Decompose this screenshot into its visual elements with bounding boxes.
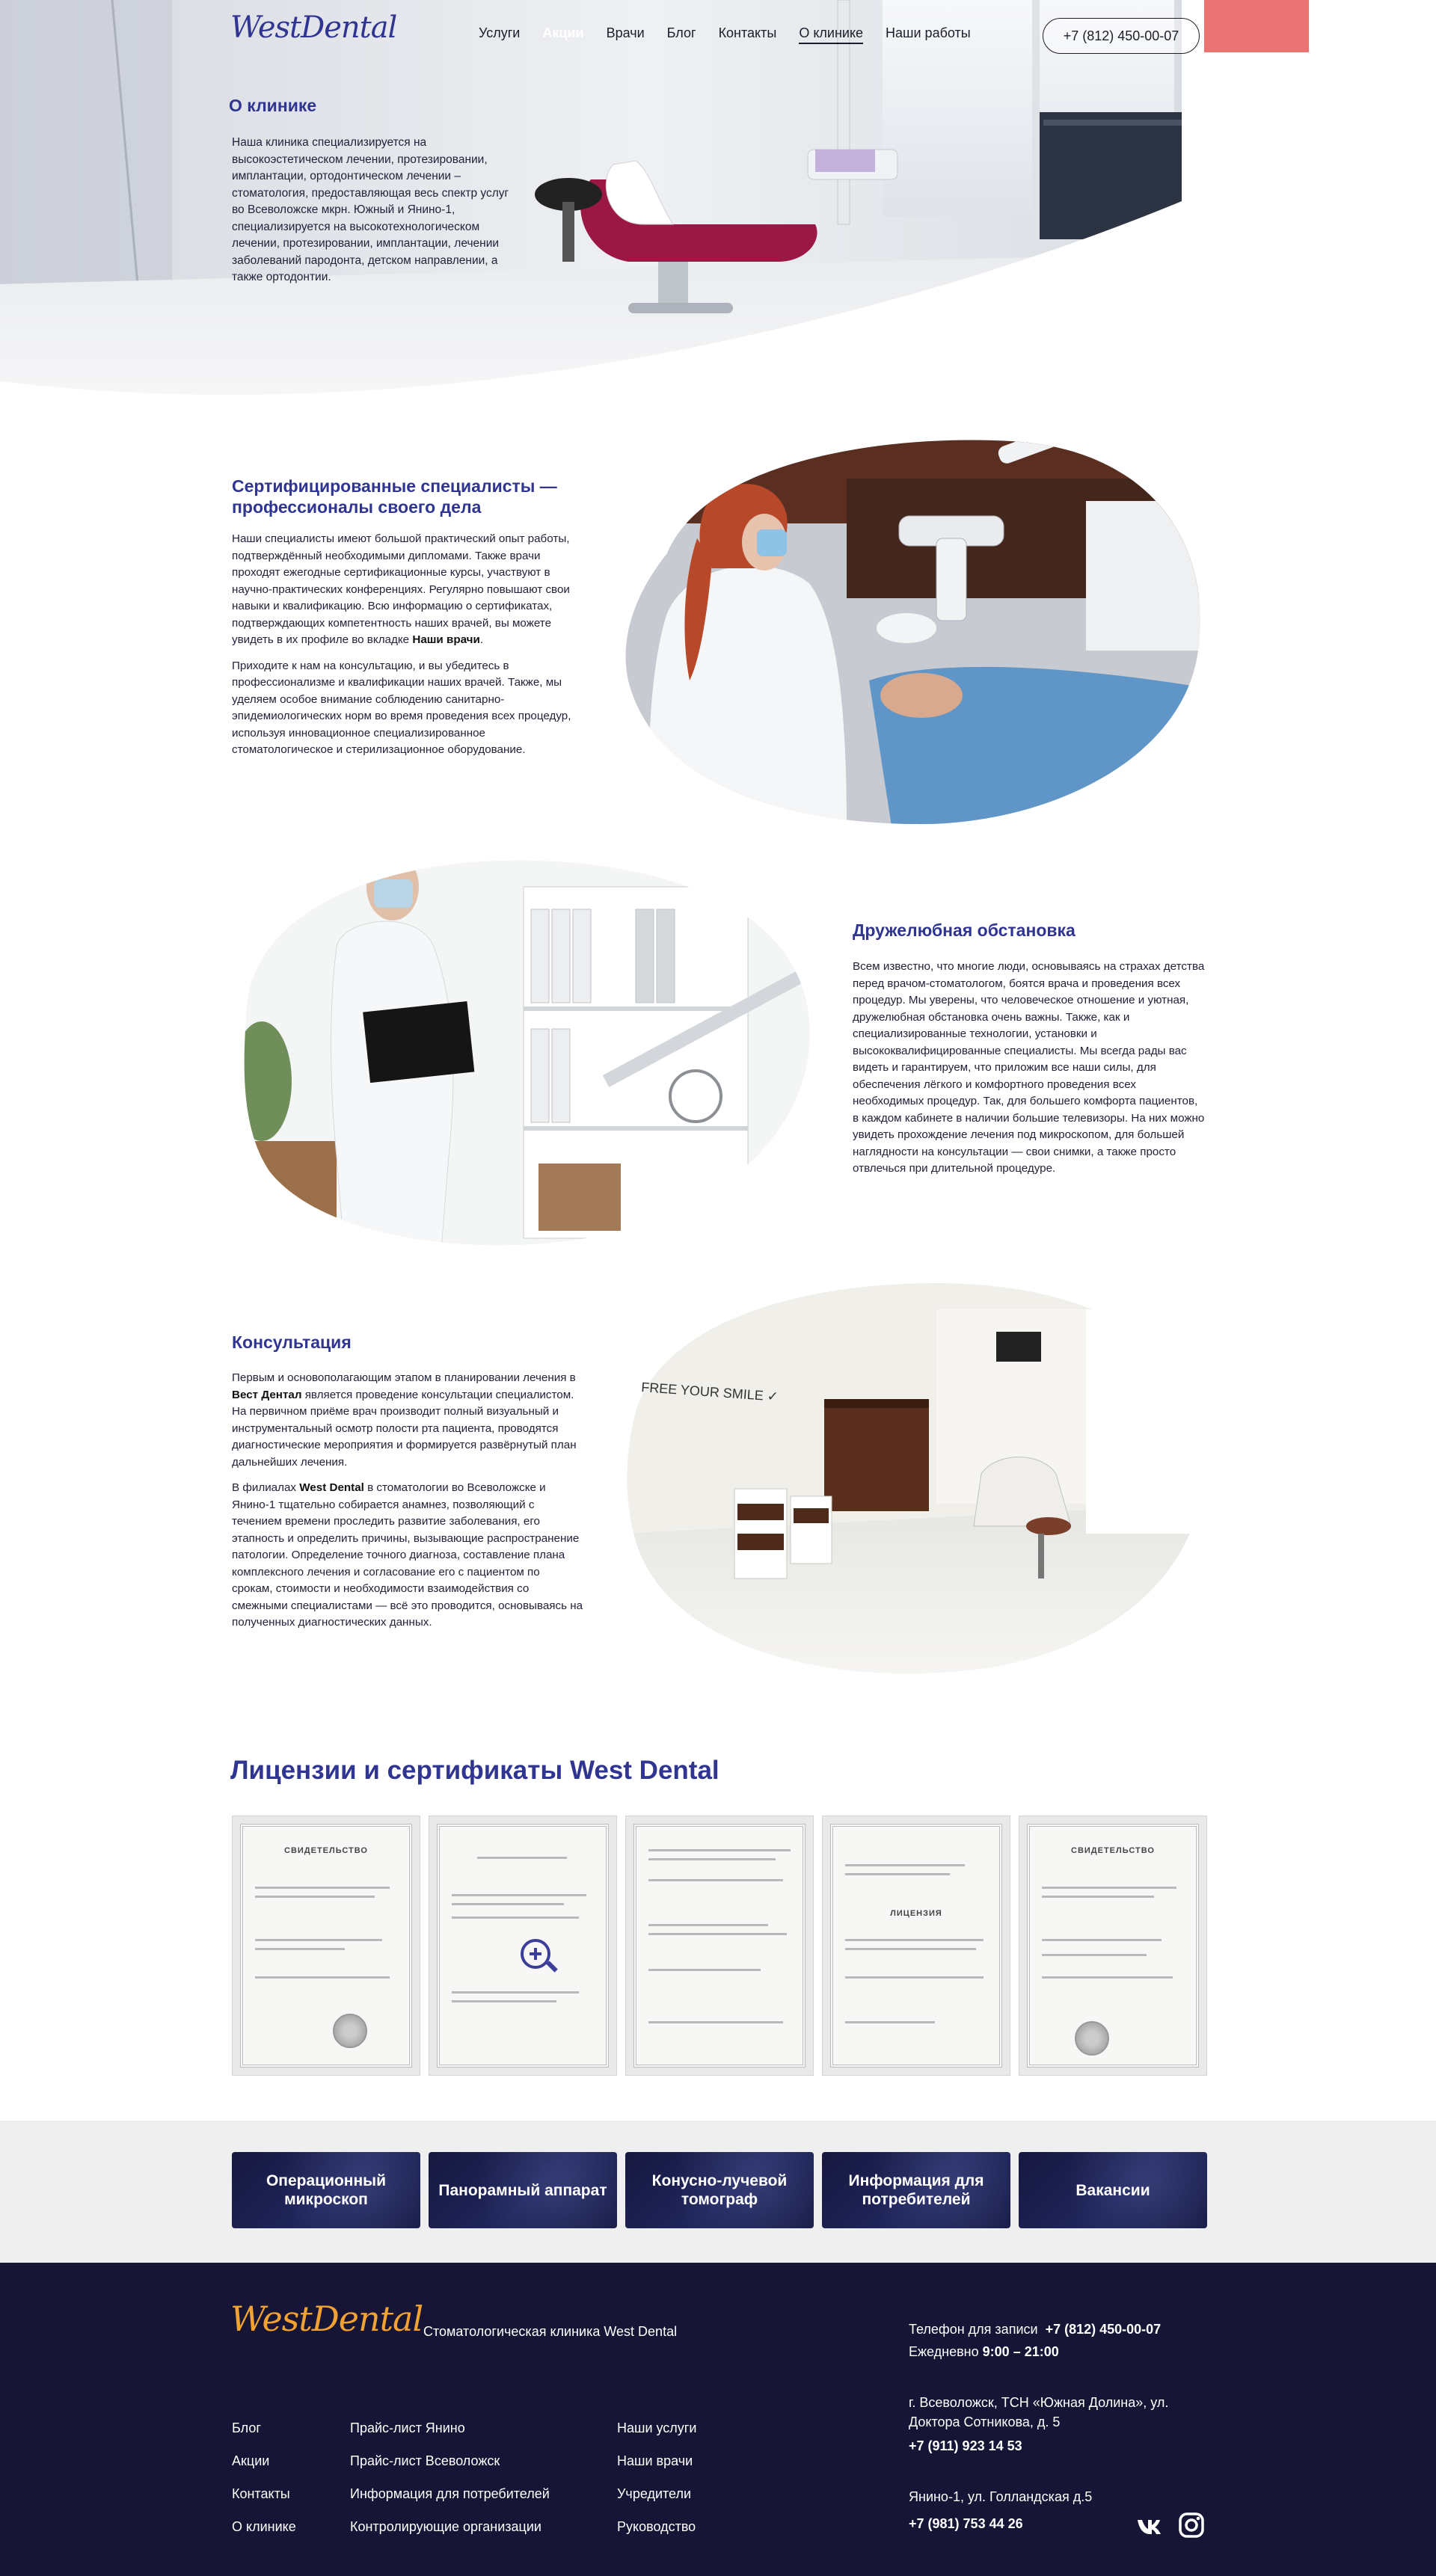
license-document: ЛИЦЕНЗИЯ xyxy=(830,1824,1002,2068)
footer-logo[interactable]: WestDental xyxy=(230,2299,423,2339)
section-certified-text-1: Наши специалисты имеют большой практичес… xyxy=(232,532,570,646)
footer-link-blog[interactable]: Блог xyxy=(232,2420,296,2436)
section-consultation-body: Первым и основополагающим этапом в плани… xyxy=(232,1370,583,1641)
license-document: СВИДЕТЕЛЬСТВО xyxy=(1027,1824,1199,2068)
nav-doctors[interactable]: Врачи xyxy=(607,25,645,44)
section-certified-body: Наши специалисты имеют большой практичес… xyxy=(232,531,576,768)
footer-link-management[interactable]: Руководство xyxy=(617,2518,696,2535)
hero-clinic-photo xyxy=(0,0,1436,419)
license-document: СВИДЕТЕЛЬСТВО xyxy=(240,1824,412,2068)
equipment-tiles: Операционный микроскоп Панорамный аппара… xyxy=(232,2152,1207,2228)
tile-operating-microscope[interactable]: Операционный микроскоп xyxy=(232,2152,420,2228)
footer-address-2: Янино-1, ул. Голландская д.5 xyxy=(909,2489,1093,2504)
footer-phone[interactable]: +7 (812) 450-00-07 xyxy=(1046,2322,1162,2337)
footer-link-price-vsevolozhsk[interactable]: Прайс-лист Всеволожск xyxy=(350,2453,550,2469)
clinic-room-photo: FREE YOUR SMILE ✓ xyxy=(622,1279,1206,1676)
section-consultation-text-1: Первым и основополагающим этапом в плани… xyxy=(232,1371,577,1469)
licenses-gallery: СВИДЕТЕЛЬСТВО ЛИЦЕНЗИЯ СВИДЕТЕЛЬСТВО xyxy=(232,1816,1207,2076)
hero-section: WestDental Услуги Акции Врачи Блог Конта… xyxy=(0,0,1436,419)
tile-cbct-tomograph[interactable]: Конусно-лучевой томограф xyxy=(625,2152,814,2228)
doctor-microscope-photo xyxy=(622,434,1206,826)
license-document xyxy=(633,1824,806,2068)
section-consultation-text-2: В филиалах West Dental в стоматологии во… xyxy=(232,1481,583,1629)
license-card[interactable] xyxy=(625,1816,814,2076)
header-logo[interactable]: WestDental xyxy=(230,10,397,45)
hero-description: Наша клиника специализируется на высокоэ… xyxy=(232,136,509,283)
footer-address-1: г. Всеволожск, ТСН «Южная Долина», ул. Д… xyxy=(909,2395,1169,2429)
section-friendly-title: Дружелюбная обстановка xyxy=(853,920,1076,940)
footer-col-1: Блог Акции Контакты О клинике xyxy=(232,2420,296,2551)
footer-hours-line: Ежедневно 9:00 – 21:00 xyxy=(909,2344,1059,2359)
footer-link-price-yanino[interactable]: Прайс-лист Янино xyxy=(350,2420,550,2436)
footer-link-services[interactable]: Наши услуги xyxy=(617,2420,696,2436)
footer-link-contacts[interactable]: Контакты xyxy=(232,2486,296,2502)
footer-phone-line: Телефон для записи +7 (812) 450-00-07 xyxy=(909,2322,1162,2337)
footer-col-3: Наши услуги Наши врачи Учредители Руково… xyxy=(617,2420,696,2551)
footer-col-2: Прайс-лист Янино Прайс-лист Всеволожск И… xyxy=(350,2420,550,2551)
tile-panoramic-device[interactable]: Панорамный аппарат xyxy=(429,2152,617,2228)
footer-link-about[interactable]: О клинике xyxy=(232,2518,296,2535)
nav-about[interactable]: О клинике xyxy=(799,25,864,44)
doctor-clipboard-photo xyxy=(232,857,811,1249)
vk-icon[interactable] xyxy=(1135,2511,1164,2539)
page-title: О клинике xyxy=(229,96,317,115)
main-nav: Услуги Акции Врачи Блог Контакты О клини… xyxy=(479,25,993,44)
doctors-link[interactable]: Наши врачи xyxy=(412,633,479,646)
tile-consumer-info[interactable]: Информация для потребителей xyxy=(822,2152,1010,2228)
footer-link-founders[interactable]: Учредители xyxy=(617,2486,696,2502)
footer: WestDental Стоматологическая клиника Wes… xyxy=(0,2263,1436,2576)
footer-link-promotions[interactable]: Акции xyxy=(232,2453,296,2469)
license-document xyxy=(437,1824,609,2068)
nav-contacts[interactable]: Контакты xyxy=(719,25,777,44)
license-card[interactable]: СВИДЕТЕЛЬСТВО xyxy=(1019,1816,1207,2076)
instagram-icon[interactable] xyxy=(1177,2511,1206,2539)
footer-link-consumer-info[interactable]: Информация для потребителей xyxy=(350,2486,550,2502)
zoom-handle xyxy=(546,1961,558,1973)
nav-services[interactable]: Услуги xyxy=(479,25,520,44)
footer-tagline: Стоматологическая клиника West Dental xyxy=(423,2324,678,2339)
footer-phone-1: +7 (911) 923 14 53 xyxy=(909,2438,1022,2453)
licenses-title: Лицензии и сертификаты West Dental xyxy=(230,1756,719,1785)
section-consultation-title: Консультация xyxy=(232,1332,352,1352)
footer-link-supervisory[interactable]: Контролирующие организации xyxy=(350,2518,550,2535)
section-friendly-text: Всем известно, что многие люди, основыва… xyxy=(853,960,1205,1175)
license-card[interactable] xyxy=(429,1816,617,2076)
nav-works[interactable]: Наши работы xyxy=(886,25,971,44)
header-phone-button[interactable]: +7 (812) 450-00-07 xyxy=(1043,18,1200,54)
footer-link-doctors[interactable]: Наши врачи xyxy=(617,2453,696,2469)
footer-phone-2: +7 (981) 753 44 26 xyxy=(909,2516,1023,2531)
license-card[interactable]: ЛИЦЕНЗИЯ xyxy=(822,1816,1010,2076)
license-card[interactable]: СВИДЕТЕЛЬСТВО xyxy=(232,1816,420,2076)
nav-blog[interactable]: Блог xyxy=(667,25,696,44)
section-certified-text-2: Приходите к нам на консультацию, и вы уб… xyxy=(232,659,571,757)
section-friendly-body: Всем известно, что многие люди, основыва… xyxy=(853,959,1206,1187)
nav-promotions[interactable]: Акции xyxy=(542,25,583,44)
tile-vacancies[interactable]: Вакансии xyxy=(1019,2152,1207,2228)
section-certified-title: Сертифицированные специалисты — професси… xyxy=(232,476,557,517)
